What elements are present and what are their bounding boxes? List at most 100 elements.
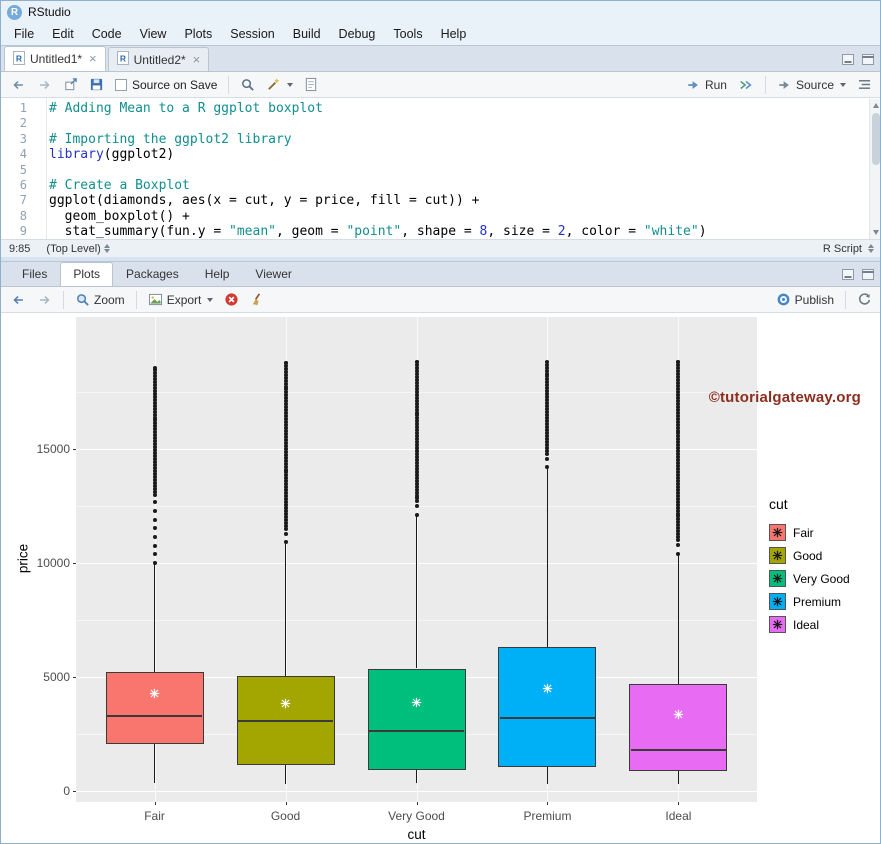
export-button[interactable]: Export <box>144 291 218 309</box>
source-button[interactable]: Source <box>773 76 850 94</box>
clear-plots-button[interactable] <box>246 290 269 309</box>
tab-help[interactable]: Help <box>192 262 243 286</box>
toolbar-separator <box>63 290 64 309</box>
arrow-left-icon <box>13 295 23 304</box>
legend-label: Fair <box>793 525 814 540</box>
run-button[interactable]: Run <box>682 76 731 94</box>
compile-report-button[interactable] <box>300 75 322 94</box>
outlier-point <box>152 560 157 565</box>
menu-debug[interactable]: Debug <box>330 24 385 44</box>
x-tick-mark <box>416 802 418 805</box>
menu-bar: File Edit Code View Plots Session Build Debug To… <box>1 23 880 45</box>
source-on-save-checkbox[interactable]: Source on Save <box>111 78 221 92</box>
tab-viewer[interactable]: Viewer <box>242 262 304 286</box>
tab-files[interactable]: Files <box>9 262 60 286</box>
minimize-pane-icon[interactable] <box>842 52 854 70</box>
y-tick-mark <box>73 448 76 450</box>
run-icon <box>688 80 698 89</box>
tab-label: Untitled1* <box>30 52 83 66</box>
menu-code[interactable]: Code <box>83 24 131 44</box>
median-line <box>107 715 203 718</box>
box-premium <box>498 647 597 768</box>
plots-toolbar: Zoom Export Publish <box>1 287 880 313</box>
source-tab-bar: R Untitled1* × R Untitled2* × <box>1 46 880 72</box>
find-replace-button[interactable] <box>236 75 259 94</box>
publish-label: Publish <box>794 292 834 307</box>
close-icon[interactable]: × <box>193 53 201 66</box>
menu-edit[interactable]: Edit <box>43 24 83 44</box>
code-tools-button[interactable] <box>262 75 297 94</box>
scroll-up-icon[interactable] <box>873 103 879 108</box>
tab-untitled2[interactable]: R Untitled2* × <box>107 47 210 71</box>
save-button[interactable] <box>85 75 108 94</box>
title-bar: R RStudio <box>1 1 880 23</box>
line-number: 2 <box>19 116 27 131</box>
median-line <box>369 729 464 732</box>
x-tick-label: Premium <box>523 809 572 823</box>
menu-build[interactable]: Build <box>284 24 330 44</box>
menu-help[interactable]: Help <box>432 24 476 44</box>
close-icon[interactable]: × <box>89 52 97 65</box>
forward-button[interactable] <box>33 76 56 94</box>
previous-plot-button[interactable] <box>7 291 30 309</box>
minimize-pane-icon[interactable] <box>842 267 854 285</box>
tab-untitled1[interactable]: R Untitled1* × <box>4 46 106 71</box>
plot-canvas: price cut ©tutorialgateway.org cut Fair G… <box>1 313 880 843</box>
outlier-point <box>152 500 157 505</box>
y-tick-mark <box>73 562 76 564</box>
publish-button[interactable]: Publish <box>772 290 838 309</box>
tab-packages[interactable]: Packages <box>113 262 192 286</box>
back-button[interactable] <box>7 76 30 94</box>
whisker-lower <box>546 767 548 784</box>
maximize-pane-icon[interactable] <box>862 52 874 70</box>
menu-plots[interactable]: Plots <box>175 24 221 44</box>
zoom-icon <box>77 294 89 306</box>
code-line: 2 <box>1 116 880 131</box>
rerun-button[interactable] <box>734 76 758 94</box>
x-tick-mark <box>547 802 549 805</box>
popout-button[interactable] <box>59 75 82 94</box>
next-plot-button[interactable] <box>33 291 56 309</box>
menu-tools[interactable]: Tools <box>384 24 431 44</box>
zoom-button[interactable]: Zoom <box>71 290 129 309</box>
code-text: # Create a Boxplot <box>49 177 190 193</box>
x-tick-mark <box>285 802 287 805</box>
maximize-pane-icon[interactable] <box>862 267 874 285</box>
refresh-button[interactable] <box>853 290 876 309</box>
code-line: 7 ggplot(diamonds, aes(x = cut, y = price… <box>1 193 880 208</box>
scope-selector[interactable]: (Top Level) <box>46 243 110 255</box>
editor-scrollbar[interactable] <box>869 99 880 239</box>
line-number: 5 <box>19 162 27 177</box>
x-tick-label: Good <box>270 809 301 823</box>
menu-file[interactable]: File <box>5 24 43 44</box>
scroll-down-icon[interactable] <box>873 230 879 235</box>
code-line: 8 geom_boxplot() + <box>1 209 880 224</box>
document-outline-button[interactable] <box>853 76 876 93</box>
legend-item-premium: Premium <box>769 590 850 613</box>
legend-label: Premium <box>793 594 842 609</box>
menu-view[interactable]: View <box>131 24 176 44</box>
tab-plots[interactable]: Plots <box>60 262 114 286</box>
legend-item-very-good: Very Good <box>769 567 850 590</box>
legend-label: Ideal <box>793 617 820 632</box>
export-label: Export <box>166 292 202 307</box>
code-editor[interactable]: 1 # Adding Mean to a R ggplot boxplot 2 3 # … <box>1 98 880 240</box>
code-lines: 1 # Adding Mean to a R ggplot boxplot 2 3 # … <box>1 98 880 240</box>
whisker-lower <box>285 764 287 784</box>
menu-session[interactable]: Session <box>221 24 283 44</box>
file-type-selector[interactable]: R Script <box>823 243 874 255</box>
x-tick-label: Very Good <box>388 809 445 823</box>
outlier-point <box>283 531 288 536</box>
broom-icon <box>253 293 261 306</box>
source-icon <box>779 80 789 89</box>
zoom-label: Zoom <box>94 292 125 307</box>
legend-key-icon <box>769 570 786 587</box>
code-text: # Importing the ggplot2 library <box>49 131 292 147</box>
legend-label: Very Good <box>793 571 850 586</box>
outlier-point <box>414 513 419 518</box>
scrollbar-thumb[interactable] <box>872 113 880 165</box>
legend-key-icon <box>769 616 786 633</box>
remove-plot-button[interactable] <box>220 290 243 309</box>
whisker-upper <box>154 564 156 673</box>
